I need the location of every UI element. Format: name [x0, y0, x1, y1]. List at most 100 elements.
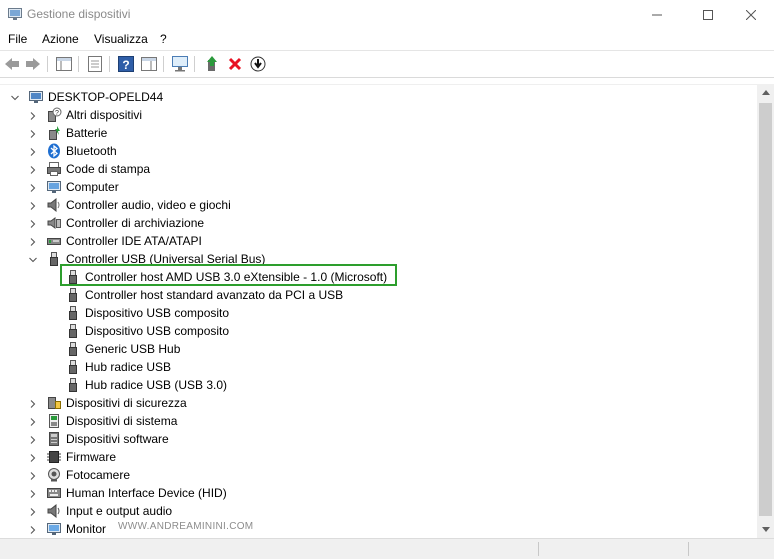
- device-tree[interactable]: DESKTOP-OPELD44? Altri dispositivi Batteri…: [0, 84, 757, 539]
- tree-root[interactable]: DESKTOP-OPELD44: [11, 88, 163, 106]
- tree-category-item[interactable]: Controller IDE ATA/ATAPI: [30, 232, 202, 250]
- toolbar-separator: [78, 56, 79, 72]
- hid-icon: [47, 488, 61, 498]
- chevron-up-icon: [761, 90, 770, 95]
- expand-toggle[interactable]: [28, 434, 38, 444]
- delete-x-icon: [228, 57, 242, 71]
- expand-toggle[interactable]: [28, 398, 38, 408]
- back-button[interactable]: [3, 55, 21, 73]
- expand-toggle[interactable]: [28, 218, 38, 228]
- tree-usb-device-item[interactable]: Dispositivo USB composito: [65, 304, 229, 322]
- show-hide-console-tree-button[interactable]: [55, 55, 73, 73]
- chevron-right-icon: [30, 112, 36, 120]
- expand-toggle[interactable]: [28, 488, 38, 498]
- usb-icon: [69, 342, 77, 356]
- tree-category-item[interactable]: Dispositivi software: [30, 430, 169, 448]
- tree-usb-device-item[interactable]: Dispositivo USB composito: [65, 322, 229, 340]
- tree-category-item[interactable]: Dispositivi di sicurezza: [30, 394, 187, 412]
- tree-category-item[interactable]: Fotocamere: [30, 466, 131, 484]
- update-driver-button[interactable]: [203, 55, 221, 73]
- scroll-up-button[interactable]: [757, 84, 774, 101]
- vertical-scrollbar[interactable]: [757, 84, 774, 538]
- tree-item-label: Dispositivo USB composito: [85, 324, 230, 338]
- scan-hardware-icon: [172, 56, 188, 72]
- tree-category-item[interactable]: Dispositivi di sistema: [30, 412, 178, 430]
- toolbar: ?: [0, 51, 774, 78]
- tree-icon-wrapper: [46, 197, 62, 213]
- chevron-right-icon: [30, 220, 36, 228]
- uninstall-device-button[interactable]: [226, 55, 244, 73]
- tree-icon-wrapper: [46, 467, 62, 483]
- expand-toggle[interactable]: [28, 470, 38, 480]
- title-bar: Gestione dispositivi: [0, 0, 774, 29]
- scan-hardware-button[interactable]: [171, 55, 189, 73]
- tree-category-item[interactable]: Bluetooth: [30, 142, 117, 160]
- help-button[interactable]: ?: [117, 55, 135, 73]
- expand-toggle[interactable]: [28, 110, 38, 120]
- tree-usb-device-item[interactable]: Generic USB Hub: [65, 340, 180, 358]
- expand-toggle[interactable]: [28, 182, 38, 192]
- expand-toggle[interactable]: [28, 452, 38, 462]
- watermark: WWW.ANDREAMININI.COM: [118, 521, 254, 532]
- menu-help[interactable]: ?: [160, 32, 167, 46]
- tree-item-label: Dispositivi software: [66, 432, 169, 446]
- close-button[interactable]: [728, 0, 774, 29]
- scroll-down-button[interactable]: [757, 521, 774, 538]
- properties-button[interactable]: [86, 55, 104, 73]
- scrollbar-thumb[interactable]: [759, 103, 772, 516]
- tree-item-label: Dispositivi di sistema: [66, 414, 178, 428]
- tree-icon-wrapper: [46, 161, 62, 177]
- tree-category-item[interactable]: Batterie: [30, 124, 107, 142]
- tree-item-label: Hub radice USB: [85, 360, 172, 374]
- tree-category-item[interactable]: Controller audio, video e giochi: [30, 196, 231, 214]
- collapse-toggle[interactable]: [28, 254, 38, 264]
- tree-category-item[interactable]: ? Altri dispositivi: [30, 106, 142, 124]
- tree-item-label: Controller di archiviazione: [66, 216, 205, 230]
- menu-file[interactable]: File: [8, 32, 27, 46]
- maximize-button[interactable]: [685, 0, 731, 29]
- chevron-right-icon: [30, 526, 36, 534]
- tree-icon-wrapper: [65, 341, 81, 357]
- forward-button[interactable]: [24, 55, 42, 73]
- expand-toggle[interactable]: [28, 524, 38, 534]
- tree-usb-device-item[interactable]: Hub radice USB: [65, 358, 171, 376]
- bluetooth-icon: [48, 143, 60, 159]
- tree-item-label: Fotocamere: [66, 468, 131, 482]
- tree-category-item[interactable]: Controller di archiviazione: [30, 214, 205, 232]
- computer-icon: [47, 181, 61, 193]
- tree-item-label: Dispositivi di sicurezza: [66, 396, 187, 410]
- console-tree-icon: [56, 57, 72, 71]
- tree-category-item[interactable]: Computer: [30, 178, 119, 196]
- tree-icon-wrapper: [46, 485, 62, 501]
- collapse-toggle[interactable]: [10, 92, 20, 102]
- minimize-button[interactable]: [634, 0, 680, 29]
- disable-device-button[interactable]: [249, 55, 267, 73]
- action-pane-button[interactable]: [140, 55, 158, 73]
- camera-icon: [48, 468, 60, 482]
- tree-category-item[interactable]: Firmware: [30, 448, 116, 466]
- tree-usb-device-item[interactable]: Hub radice USB (USB 3.0): [65, 376, 227, 394]
- tree-item-label: Monitor: [66, 522, 107, 536]
- ide-controller-icon: [47, 238, 61, 245]
- expand-toggle[interactable]: [28, 506, 38, 516]
- tree-category-item[interactable]: Monitor: [30, 520, 107, 538]
- tree-item-label: Hub radice USB (USB 3.0): [85, 378, 228, 392]
- tree-category-item[interactable]: Code di stampa: [30, 160, 150, 178]
- tree-category-item[interactable]: Human Interface Device (HID): [30, 484, 227, 502]
- close-icon: [746, 9, 756, 20]
- storage-controller-icon: [47, 217, 61, 229]
- expand-toggle[interactable]: [28, 236, 38, 246]
- tree-category-item[interactable]: Input e output audio: [30, 502, 172, 520]
- tree-icon-wrapper: [65, 287, 81, 303]
- expand-toggle[interactable]: [28, 200, 38, 210]
- tree-icon-wrapper: [46, 233, 62, 249]
- expand-toggle[interactable]: [28, 416, 38, 426]
- tree-icon-wrapper: [28, 89, 44, 105]
- monitor-icon: [47, 523, 61, 535]
- menu-azione[interactable]: Azione: [42, 32, 79, 46]
- tree-usb-device-item[interactable]: Controller host standard avanzato da PCI…: [65, 286, 343, 304]
- expand-toggle[interactable]: [28, 146, 38, 156]
- expand-toggle[interactable]: [28, 128, 38, 138]
- expand-toggle[interactable]: [28, 164, 38, 174]
- menu-visualizza[interactable]: Visualizza: [94, 32, 148, 46]
